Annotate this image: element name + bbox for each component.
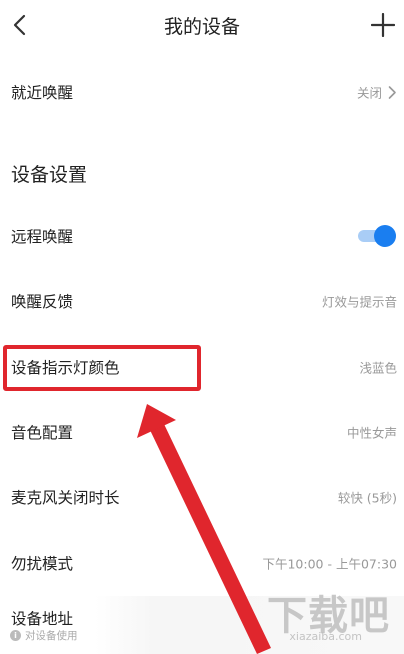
watermark-url: xiazaiba.com xyxy=(289,630,362,643)
annotation-arrow-icon xyxy=(137,404,271,654)
